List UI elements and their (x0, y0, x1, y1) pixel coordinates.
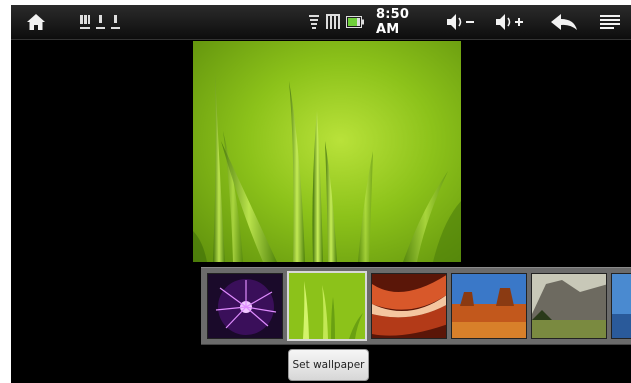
signal-icon (325, 5, 341, 39)
battery-icon (345, 5, 365, 39)
thumbnail-grass[interactable] (287, 271, 367, 341)
thumbnail-yosemite[interactable] (531, 273, 607, 339)
home-icon[interactable] (23, 5, 49, 39)
status-bar: 8:50 AM (11, 5, 631, 40)
thumbnail-desert[interactable] (451, 273, 527, 339)
back-icon[interactable] (546, 5, 582, 39)
usb-icon (80, 15, 90, 29)
thumbnail-canyon[interactable] (371, 273, 447, 339)
wifi-icon (306, 5, 322, 39)
menu-icon[interactable] (598, 5, 622, 39)
device-screen: 8:50 AM Set wallpaper (11, 5, 631, 383)
set-wallpaper-button[interactable]: Set wallpaper (288, 349, 369, 381)
thumbnail-plasma[interactable] (207, 273, 283, 339)
thumbnail-lake[interactable] (611, 273, 631, 339)
clock: 8:50 AM (376, 7, 410, 37)
notification-icons[interactable] (73, 5, 127, 39)
volume-up-icon[interactable] (490, 5, 530, 39)
download-icon (111, 15, 120, 29)
wallpaper-gallery[interactable] (201, 267, 631, 345)
wallpaper-preview (193, 41, 461, 262)
volume-down-icon[interactable] (441, 5, 481, 39)
usb-debug-icon (96, 15, 105, 29)
